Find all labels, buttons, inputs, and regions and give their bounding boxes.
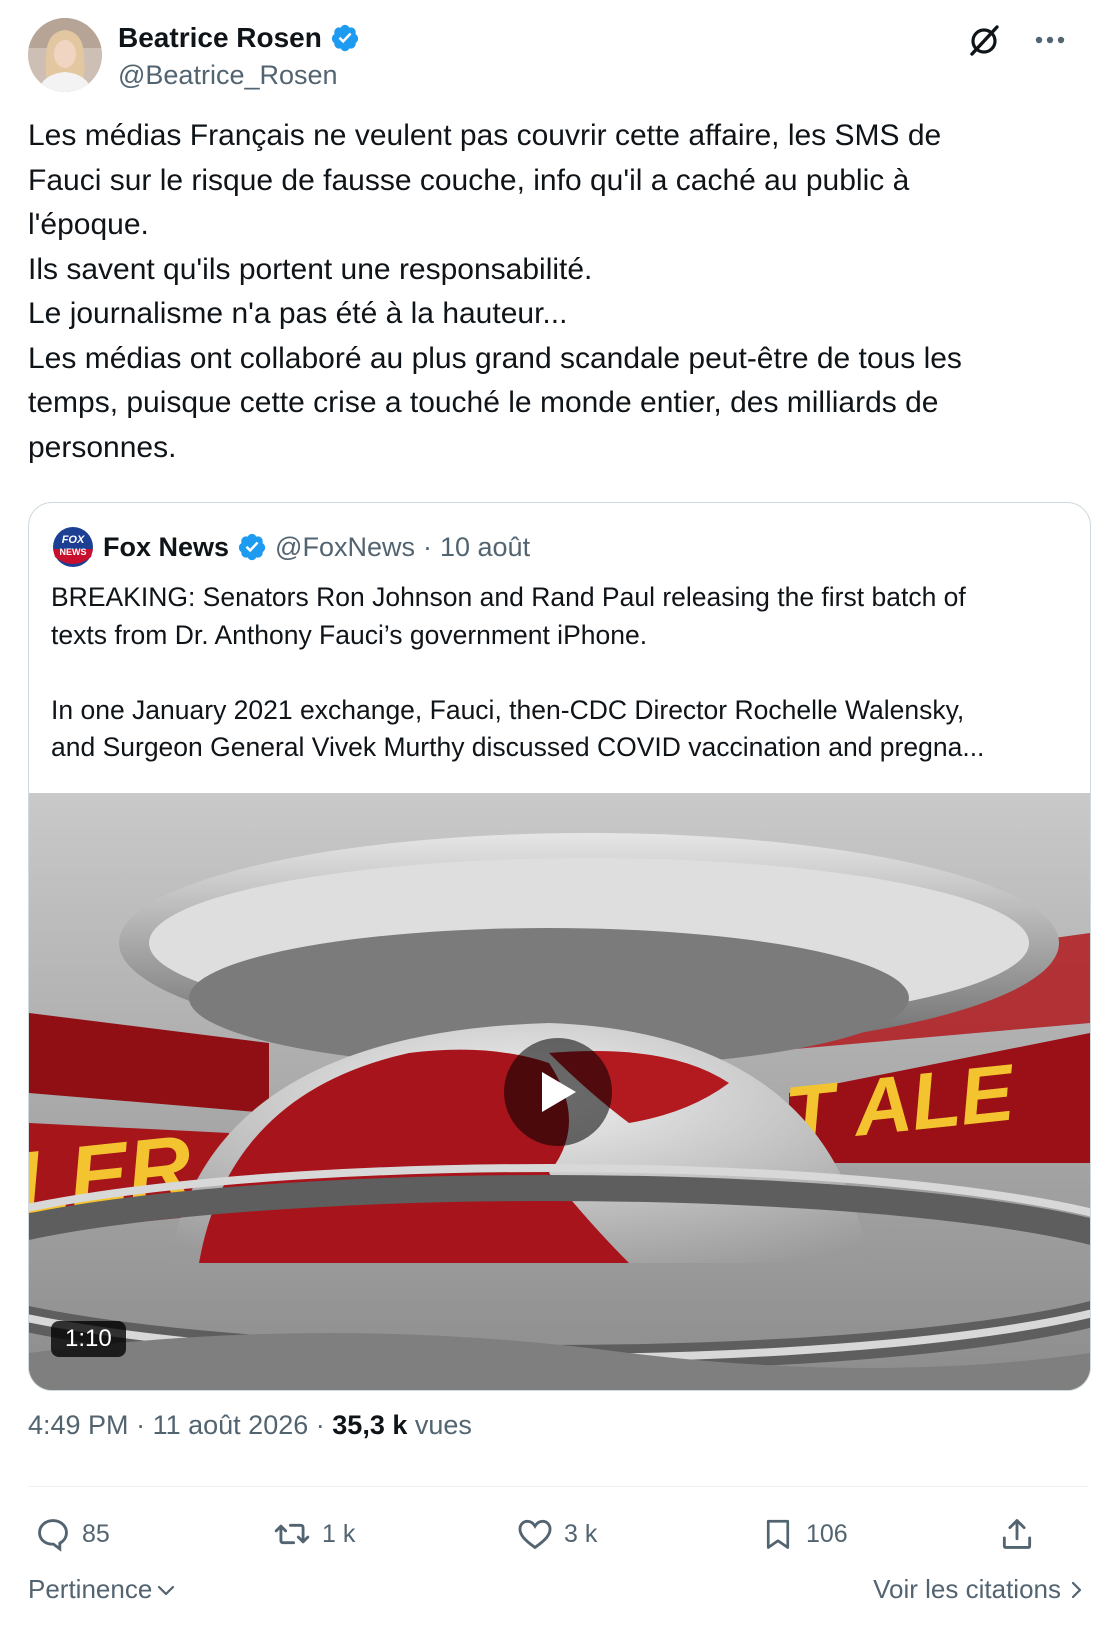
author-name-row: Beatrice Rosen bbox=[118, 22, 360, 54]
like-button[interactable]: 3 k bbox=[516, 1504, 597, 1564]
chevron-down-icon bbox=[158, 1585, 175, 1595]
meta-separator: · bbox=[315, 1410, 325, 1440]
heart-icon bbox=[518, 1519, 552, 1550]
video-player[interactable]: LER T ALE 1:10 bbox=[29, 793, 1090, 1390]
tweet-text: Les médias Français ne veulent pas couvr… bbox=[28, 119, 962, 464]
quoted-date[interactable]: 10 août bbox=[440, 532, 530, 563]
repost-count: 1 k bbox=[322, 1519, 356, 1548]
quoted-handle[interactable]: @FoxNews bbox=[275, 532, 415, 563]
fox-news-logo[interactable]: FOX NEWS bbox=[51, 525, 95, 569]
view-quotes-label: Voir les citations bbox=[873, 1574, 1061, 1604]
quoted-tweet[interactable]: FOX NEWS Fox News @FoxNews · 10 août BRE… bbox=[28, 502, 1091, 1391]
bookmark-icon bbox=[766, 1519, 790, 1549]
action-bar: 85 1 k 3 k 106 bbox=[28, 1504, 1088, 1564]
divider bbox=[28, 1486, 1088, 1487]
svg-text:NEWS: NEWS bbox=[60, 547, 87, 557]
more-dots-icon bbox=[1035, 36, 1065, 44]
svg-text:FOX: FOX bbox=[62, 534, 85, 546]
verified-badge-icon bbox=[238, 533, 266, 561]
reply-button[interactable]: 85 bbox=[34, 1504, 110, 1564]
author-avatar[interactable] bbox=[28, 18, 102, 92]
tweet-header: Beatrice Rosen @Beatrice_Rosen bbox=[28, 18, 1088, 94]
like-count: 3 k bbox=[564, 1519, 598, 1548]
author-display-name[interactable]: Beatrice Rosen bbox=[118, 22, 322, 54]
quoted-display-name[interactable]: Fox News bbox=[103, 532, 229, 563]
reply-count: 85 bbox=[82, 1519, 110, 1548]
play-button[interactable] bbox=[504, 1038, 612, 1146]
grok-button[interactable] bbox=[962, 18, 1006, 62]
meta-separator: · bbox=[136, 1410, 146, 1440]
quoted-header: FOX NEWS Fox News @FoxNews · 10 août bbox=[51, 525, 530, 569]
sort-replies-dropdown[interactable]: Pertinence bbox=[28, 1574, 176, 1605]
share-icon bbox=[1002, 1519, 1032, 1549]
bookmark-count: 106 bbox=[806, 1519, 848, 1548]
quoted-text: BREAKING: Senators Ron Johnson and Rand … bbox=[51, 582, 985, 762]
tweet-time[interactable]: 4:49 PM bbox=[28, 1410, 129, 1440]
play-icon bbox=[542, 1072, 576, 1112]
fox-news-logo-icon: FOX NEWS bbox=[51, 525, 95, 569]
repost-button[interactable]: 1 k bbox=[272, 1504, 355, 1564]
tweet-date[interactable]: 11 août 2026 bbox=[153, 1410, 309, 1440]
sort-label: Pertinence bbox=[28, 1574, 153, 1604]
author-handle[interactable]: @Beatrice_Rosen bbox=[118, 60, 338, 91]
grok-icon bbox=[970, 25, 999, 56]
bookmark-button[interactable]: 106 bbox=[760, 1504, 848, 1564]
share-button[interactable] bbox=[998, 1504, 1036, 1564]
verified-badge-icon bbox=[331, 24, 358, 52]
quoted-separator: · bbox=[422, 531, 432, 562]
profile-photo bbox=[28, 18, 102, 92]
repost-icon bbox=[274, 1523, 310, 1545]
view-quotes-link[interactable]: Voir les citations bbox=[873, 1574, 1083, 1605]
more-options-button[interactable] bbox=[1028, 18, 1072, 62]
timestamp-row: 4:49 PM · 11 août 2026 · 35,3 k vues bbox=[28, 1410, 472, 1441]
views-label: vues bbox=[414, 1410, 472, 1440]
chevron-right-icon bbox=[1071, 1581, 1082, 1598]
reply-icon bbox=[38, 1519, 68, 1552]
views-count: 35,3 k bbox=[332, 1410, 408, 1440]
video-duration: 1:10 bbox=[51, 1321, 126, 1357]
